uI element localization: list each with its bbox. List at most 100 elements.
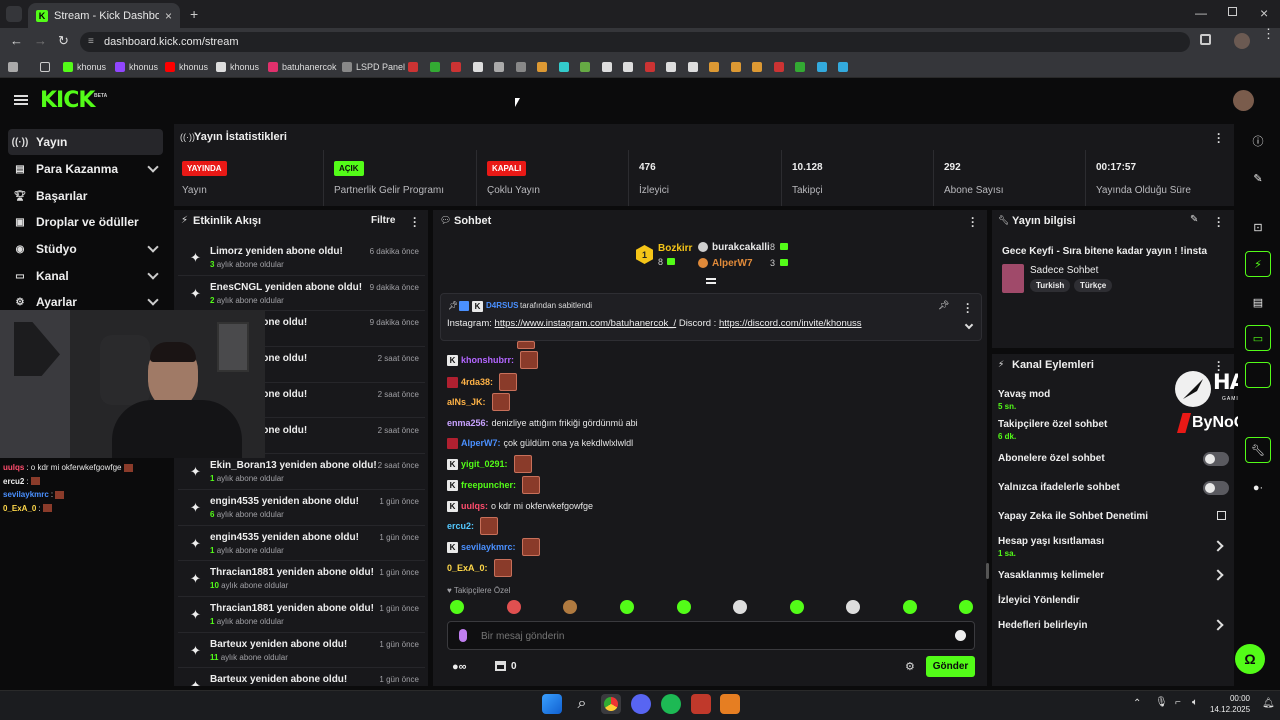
bookmark-icon[interactable]	[687, 62, 698, 72]
activity-item[interactable]: ✦ Thracian1881 yeniden abone oldu! 10 aylı…	[178, 561, 425, 597]
chat-username[interactable]: enma256:	[447, 418, 489, 428]
activity-icon[interactable]: ●·	[1245, 475, 1271, 501]
windows-start-icon[interactable]	[542, 694, 562, 714]
quick-emote-button[interactable]	[450, 600, 464, 614]
activity-item[interactable]: ✦ EnesCNGL yeniden abone oldu! 2 aylık abo…	[178, 276, 425, 312]
tab-list-button[interactable]	[6, 6, 22, 22]
quick-emote-button[interactable]	[677, 600, 691, 614]
back-icon[interactable]: ←	[10, 33, 23, 48]
stats-toggle-icon[interactable]	[1245, 362, 1271, 388]
tag-pill[interactable]: Turkish	[1030, 279, 1071, 292]
discord-taskbar-icon[interactable]	[631, 694, 651, 714]
bookmark-icon[interactable]	[666, 62, 676, 72]
chat-toggle-icon[interactable]: ▭	[1245, 325, 1271, 351]
instagram-link[interactable]: https://www.instagram.com/batuhanercok_/	[495, 318, 677, 329]
info-icon[interactable]: ⓘ	[1245, 128, 1271, 154]
chat-scrollbar[interactable]	[986, 563, 989, 579]
bookmark-icon[interactable]	[408, 62, 418, 72]
bookmark-icon[interactable]	[537, 62, 547, 72]
sidebar-item-yayin[interactable]: ((·)) Yayın	[8, 129, 163, 155]
bookmark-icon[interactable]	[515, 62, 526, 72]
chat-message[interactable]: 4rda38:	[447, 373, 518, 391]
discord-link[interactable]: https://discord.com/invite/khonuss	[719, 318, 862, 329]
tray-chevron-icon[interactable]: ⌃	[1133, 698, 1141, 709]
wrench-icon[interactable]: 🔧︎	[1245, 437, 1271, 463]
chat-username[interactable]: sevilaykmrc:	[461, 542, 516, 552]
chat-username[interactable]: khonshubrr:	[461, 355, 514, 365]
folder-icon[interactable]	[40, 60, 50, 74]
bookmark-batuhanercok[interactable]: batuhanercok	[268, 60, 337, 74]
action-yavas-mod[interactable]: Yavaş mod 5 sn.	[998, 389, 1050, 411]
app-taskbar-icon[interactable]	[691, 694, 711, 714]
minimize-button[interactable]: —	[1195, 6, 1207, 20]
activity-item[interactable]: ✦ engin4535 yeniden abone oldu! 1 aylık ab…	[178, 526, 425, 562]
leader-first-name[interactable]: Bozkirr	[658, 243, 692, 254]
store-icon[interactable]	[495, 661, 506, 671]
chat-message[interactable]: 0_ExA_0:	[447, 559, 512, 577]
app-taskbar-icon[interactable]	[720, 694, 740, 714]
sidebar-item-studyo[interactable]: ◉ Stüdyo	[8, 236, 163, 262]
tag-pill[interactable]: Türkçe	[1074, 279, 1113, 292]
quick-emote-button[interactable]	[563, 600, 577, 614]
hamburger-menu-icon[interactable]	[14, 95, 28, 105]
search-icon[interactable]: ⌕	[572, 694, 592, 714]
action-hedefler[interactable]: Hedefleri belirleyin	[998, 620, 1087, 631]
bookmark-icon[interactable]	[730, 62, 741, 72]
chat-username[interactable]: 0_ExA_0:	[447, 563, 488, 573]
browser-tab[interactable]: K Stream - Kick Dashboard ×	[28, 3, 180, 28]
chat-message[interactable]: Kfreepuncher:	[447, 476, 541, 494]
new-tab-button[interactable]: +	[190, 6, 198, 22]
sidebar-item-para-kazanma[interactable]: ▤ Para Kazanma	[8, 156, 163, 182]
tab-close-icon[interactable]: ×	[165, 9, 172, 23]
bookmark-icon[interactable]	[752, 62, 762, 72]
extensions-icon[interactable]	[1200, 34, 1211, 45]
bookmark-lspd-panel[interactable]: LSPD Panel	[342, 60, 405, 74]
chat-message[interactable]: Kuulqs: o kdr mi okferwkefgowfge	[447, 497, 593, 515]
bookmark-icon[interactable]	[580, 62, 590, 72]
chat-message[interactable]: alNs_JK:	[447, 393, 510, 411]
quick-emote-button[interactable]	[959, 600, 973, 614]
bookmark-icon[interactable]	[773, 62, 784, 72]
url-field[interactable]: ≡ dashboard.kick.com/stream	[80, 32, 1190, 52]
chat-username[interactable]: ercu2:	[447, 521, 474, 531]
chat-username[interactable]: 4rda38:	[461, 377, 493, 387]
apps-icon[interactable]	[8, 60, 18, 74]
bolt-icon[interactable]: ⚡︎	[1245, 251, 1271, 277]
kick-logo[interactable]: KICK	[40, 88, 95, 113]
layout-icon[interactable]	[1245, 400, 1271, 426]
quick-emote-button[interactable]	[790, 600, 804, 614]
support-headset-icon[interactable]: Ω	[1235, 644, 1265, 674]
document-icon[interactable]: ▤	[1245, 289, 1271, 315]
filter-button[interactable]: Filtre	[371, 215, 395, 226]
activity-item[interactable]: ✦ Limorz yeniden abone oldu! 3 aylık abone…	[178, 240, 425, 276]
action-izleyici-yonlendir[interactable]: İzleyici Yönlendir	[998, 595, 1080, 606]
chat-username[interactable]: alNs_JK:	[447, 397, 486, 407]
sidebar-item-droplar[interactable]: ▣ Droplar ve ödüller	[8, 209, 163, 235]
reload-icon[interactable]: ↻	[58, 33, 69, 49]
chat-username[interactable]: freepuncher:	[461, 480, 516, 490]
chrome-taskbar-icon[interactable]	[601, 694, 621, 714]
sidebar-item-basarilar[interactable]: 🏆︎ Başarılar	[8, 183, 163, 209]
bookmark-icon[interactable]	[623, 62, 633, 72]
action-yasakli-kelimeler[interactable]: Yasaklanmış kelimeler	[998, 570, 1104, 581]
notification-bell-icon[interactable]: 🔔︎	[1262, 698, 1275, 709]
emote-only-toggle[interactable]	[1203, 481, 1229, 495]
send-button[interactable]: Gönder	[926, 656, 975, 677]
points-icon[interactable]: ●∞	[452, 661, 467, 673]
maximize-button[interactable]	[1228, 7, 1237, 16]
browser-menu-icon[interactable]: ⋮	[1262, 27, 1275, 40]
kebab-menu-icon[interactable]: · · ·	[971, 212, 975, 232]
quick-emote-button[interactable]	[846, 600, 860, 614]
bookmark-icon[interactable]	[816, 62, 827, 72]
clock-date[interactable]: 14.12.2025	[1210, 705, 1250, 714]
quick-emote-button[interactable]	[903, 600, 917, 614]
bookmark-icon[interactable]	[558, 62, 569, 72]
activity-item[interactable]: ✦ engin4535 yeniden abone oldu! 6 aylık ab…	[178, 490, 425, 526]
chat-message[interactable]: AlperW7: çok güldüm ona ya kekdlwlxlwldl	[447, 434, 633, 452]
bookmark-icon[interactable]	[494, 62, 504, 72]
chat-message[interactable]: ercu2:	[447, 517, 499, 535]
volume-tray-icon[interactable]: 🔈︎	[1192, 697, 1198, 708]
edit-icon[interactable]: ✎	[1245, 165, 1271, 191]
bookmark-icon[interactable]	[429, 62, 440, 72]
bookmark-icon[interactable]	[795, 62, 805, 72]
